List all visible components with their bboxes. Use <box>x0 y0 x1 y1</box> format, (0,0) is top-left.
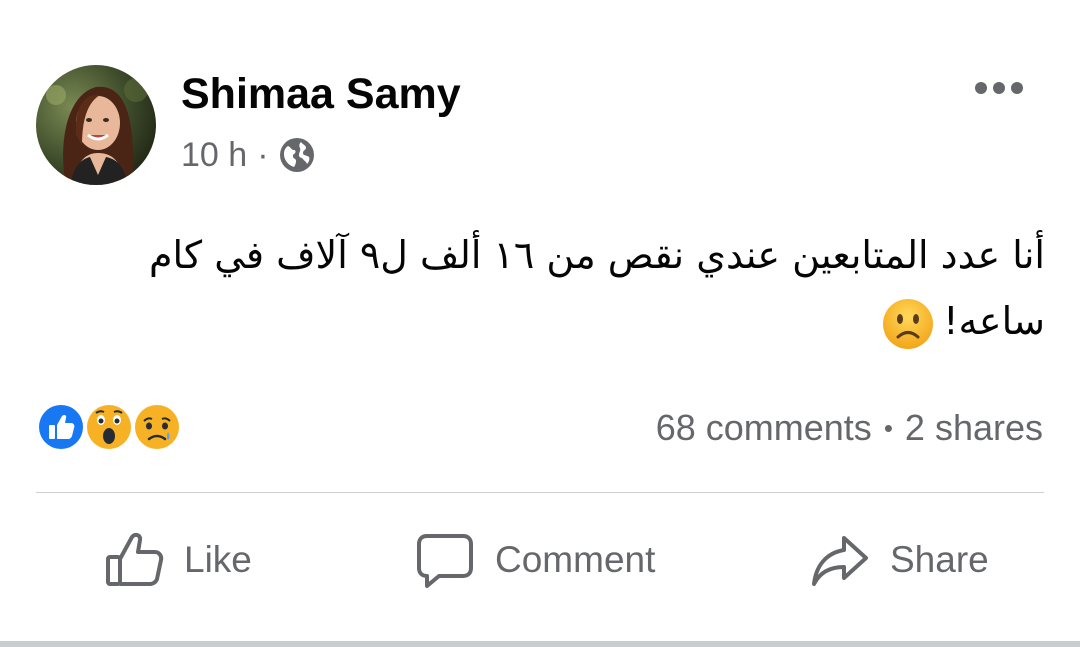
comment-label: Comment <box>495 539 656 580</box>
share-label: Share <box>890 539 989 580</box>
comment-button[interactable]: Comment <box>415 527 655 593</box>
share-arrow-icon <box>812 536 868 586</box>
post-stats: 68 comments • 2 shares <box>656 404 1043 452</box>
author-name[interactable]: Shimaa Samy <box>181 68 461 120</box>
divider <box>36 492 1044 493</box>
like-button[interactable]: Like <box>104 527 252 593</box>
share-button[interactable]: Share <box>810 527 989 593</box>
like-reaction-icon <box>37 403 85 451</box>
thumbs-up-icon <box>106 532 164 586</box>
post-text: أنا عدد المتابعين عندي نقص من ١٦ ألف ل٩ … <box>80 222 1045 354</box>
comment-bubble-icon <box>417 534 473 588</box>
wow-reaction-icon <box>85 403 133 451</box>
more-horizontal-icon <box>975 82 1023 94</box>
feed-separator <box>0 641 1080 647</box>
meta-separator: · <box>257 135 269 174</box>
sad-reaction-icon <box>133 403 181 451</box>
comments-count[interactable]: 68 comments <box>656 407 872 449</box>
avatar[interactable] <box>36 65 156 185</box>
slightly-frowning-face-emoji <box>883 298 934 349</box>
post-time[interactable]: 10 h <box>181 136 247 175</box>
shares-count[interactable]: 2 shares <box>905 407 1043 449</box>
post-meta: 10 h · <box>181 132 315 178</box>
like-label: Like <box>184 539 252 580</box>
stats-bullet: • <box>883 412 893 443</box>
reaction-summary[interactable] <box>36 402 186 452</box>
globe-icon[interactable] <box>279 137 315 173</box>
more-options-button[interactable] <box>966 68 1032 108</box>
post-card: Shimaa Samy 10 h · أنا عدد المتابعين عند… <box>0 0 1080 647</box>
profile-photo <box>36 65 156 185</box>
